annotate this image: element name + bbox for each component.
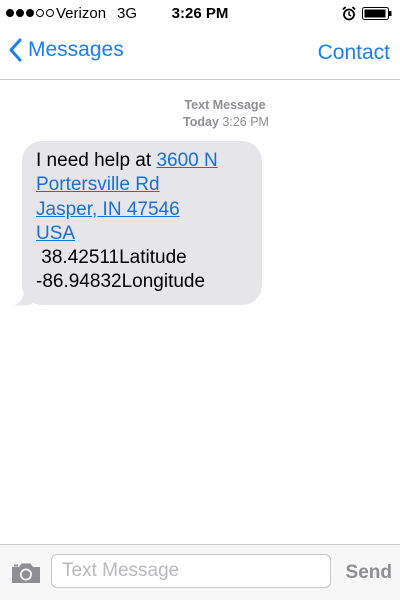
camera-icon [12,563,40,583]
message-text-input[interactable] [51,554,331,588]
address-link[interactable]: Portersville Rd [36,174,160,195]
contact-button[interactable]: Contact [318,41,390,65]
navigation-bar: Messages Contact [0,28,400,80]
message-date: Today 3:26 PM [52,114,400,131]
battery-icon [362,7,392,24]
back-button-label: Messages [28,38,124,61]
message-line: I need help at 3600 N [36,149,262,173]
alarm-clock-icon [342,6,356,25]
message-input-bar: Send [0,544,400,600]
status-bar: Verizon 3G 3:26 PM [0,0,400,28]
camera-button[interactable] [10,561,42,590]
address-link[interactable]: Jasper, IN 47546 [36,199,180,220]
address-link[interactable]: 3600 N [156,150,217,171]
back-to-messages-button[interactable]: Messages [8,38,124,62]
status-time: 3:26 PM [171,5,229,22]
message-line: Portersville Rd [36,173,262,197]
send-button[interactable]: Send [346,562,392,584]
message-bubble[interactable]: I need help at 3600 N Portersville Rd Ja… [22,141,262,305]
message-service-label: Text Message [184,98,266,112]
address-link[interactable]: USA [36,223,75,244]
chevron-left-icon [9,38,22,62]
message-line: USA [36,222,262,246]
longitude-text: -86.94832Longitude [36,271,206,293]
message-time: 3:26 PM [222,115,269,129]
incoming-message: I need help at 3600 N Portersville Rd Ja… [14,141,262,306]
message-text: I need help at [36,150,157,171]
message-line: Jasper, IN 47546 [36,198,262,222]
message-day: Today [183,115,219,129]
thread-timestamp: Text Message Today 3:26 PM [0,97,400,131]
latitude-text: 38.42511Latitude [36,247,187,269]
